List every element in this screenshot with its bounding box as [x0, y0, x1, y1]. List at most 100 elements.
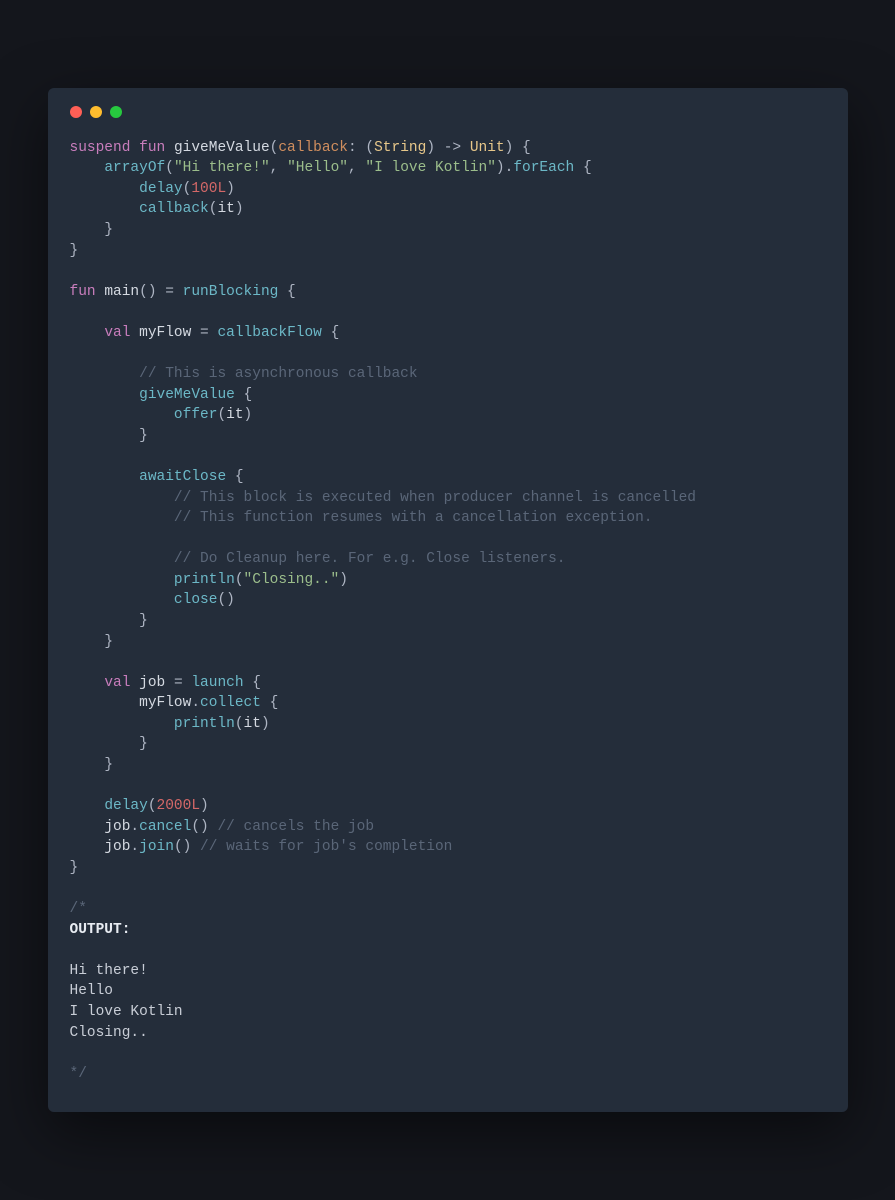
- var-myFlow: myFlow: [139, 695, 191, 711]
- punct: ): [244, 407, 253, 423]
- punct: ): [426, 140, 443, 156]
- punct: ): [200, 798, 209, 814]
- it-ref: it: [244, 716, 261, 732]
- string-literal: "Hi there!": [174, 160, 270, 176]
- close-icon[interactable]: [70, 106, 82, 118]
- call-callbackFlow: callbackFlow: [217, 325, 321, 341]
- call-cancel: cancel: [139, 819, 191, 835]
- punct: (): [217, 592, 234, 608]
- minimize-icon[interactable]: [90, 106, 102, 118]
- fn-main: main: [104, 284, 139, 300]
- punct: (: [235, 572, 244, 588]
- code-block: suspend fun giveMeValue(callback: (Strin…: [70, 138, 826, 1085]
- punct: ): [235, 201, 244, 217]
- number-literal: 2000L: [157, 798, 201, 814]
- punct: ): [339, 572, 348, 588]
- keyword-val: val: [104, 325, 130, 341]
- punct: =: [174, 675, 183, 691]
- punct: {: [261, 695, 278, 711]
- punct: (: [148, 798, 157, 814]
- var-job: job: [139, 675, 165, 691]
- comment: // Do Cleanup here. For e.g. Close liste…: [174, 551, 566, 567]
- punct: () =: [139, 284, 183, 300]
- var-job: job: [104, 839, 130, 855]
- it-ref: it: [226, 407, 243, 423]
- punct: }: [104, 634, 113, 650]
- comment: // This function resumes with a cancella…: [174, 510, 653, 526]
- param-callback: callback: [278, 140, 348, 156]
- string-literal: "I love Kotlin": [365, 160, 496, 176]
- type-string: String: [374, 140, 426, 156]
- punct: : (: [348, 140, 374, 156]
- call-forEach: forEach: [513, 160, 574, 176]
- it-ref: it: [217, 201, 234, 217]
- punct: }: [139, 428, 148, 444]
- keyword-fun: fun: [70, 284, 96, 300]
- punct: ) {: [505, 140, 531, 156]
- type-unit: Unit: [470, 140, 505, 156]
- punct: ,: [348, 160, 365, 176]
- comment: // cancels the job: [217, 819, 374, 835]
- keyword-suspend: suspend: [70, 140, 131, 156]
- call-runBlocking: runBlocking: [183, 284, 279, 300]
- punct: ): [226, 181, 235, 197]
- punct: ,: [270, 160, 287, 176]
- var-myFlow: myFlow: [139, 325, 191, 341]
- output-line: Hello: [70, 983, 114, 999]
- call-launch: launch: [191, 675, 243, 691]
- string-literal: "Hello": [287, 160, 348, 176]
- punct: (: [165, 160, 174, 176]
- punct: }: [70, 860, 79, 876]
- string-literal: "Closing..": [244, 572, 340, 588]
- comment: // waits for job's completion: [200, 839, 452, 855]
- window-titlebar: [70, 106, 826, 118]
- call-delay: delay: [139, 181, 183, 197]
- call-collect: collect: [200, 695, 261, 711]
- call-giveMeValue: giveMeValue: [139, 387, 235, 403]
- comment: // This block is executed when producer …: [174, 490, 696, 506]
- punct: .: [130, 819, 139, 835]
- punct: .: [191, 695, 200, 711]
- call-arrayOf: arrayOf: [104, 160, 165, 176]
- punct: [461, 140, 470, 156]
- comment-open: /*: [70, 901, 87, 917]
- maximize-icon[interactable]: [110, 106, 122, 118]
- punct: =: [200, 325, 209, 341]
- call-println: println: [174, 572, 235, 588]
- punct: ).: [496, 160, 513, 176]
- var-job: job: [104, 819, 130, 835]
- punct: }: [139, 613, 148, 629]
- punct: (): [191, 819, 217, 835]
- punct: }: [70, 243, 79, 259]
- call-offer: offer: [174, 407, 218, 423]
- output-label: OUTPUT:: [70, 922, 131, 938]
- keyword-fun: fun: [139, 140, 165, 156]
- comment: // This is asynchronous callback: [139, 366, 417, 382]
- code-window: suspend fun giveMeValue(callback: (Strin…: [48, 88, 848, 1113]
- output-line: I love Kotlin: [70, 1004, 183, 1020]
- comment-close: */: [70, 1066, 87, 1082]
- punct: (: [235, 716, 244, 732]
- output-line: Closing..: [70, 1025, 148, 1041]
- call-callback: callback: [139, 201, 209, 217]
- punct: ): [261, 716, 270, 732]
- number-literal: 100L: [191, 181, 226, 197]
- call-close: close: [174, 592, 218, 608]
- call-println: println: [174, 716, 235, 732]
- punct: }: [104, 222, 113, 238]
- punct: {: [574, 160, 591, 176]
- punct: }: [104, 757, 113, 773]
- output-line: Hi there!: [70, 963, 148, 979]
- punct: {: [278, 284, 295, 300]
- punct: (): [174, 839, 200, 855]
- punct: {: [244, 675, 261, 691]
- punct: .: [130, 839, 139, 855]
- call-awaitClose: awaitClose: [139, 469, 226, 485]
- keyword-val: val: [104, 675, 130, 691]
- fn-giveMeValue: giveMeValue: [174, 140, 270, 156]
- punct: {: [322, 325, 339, 341]
- punct: {: [235, 387, 252, 403]
- call-delay: delay: [104, 798, 148, 814]
- punct: (: [217, 407, 226, 423]
- punct: }: [139, 736, 148, 752]
